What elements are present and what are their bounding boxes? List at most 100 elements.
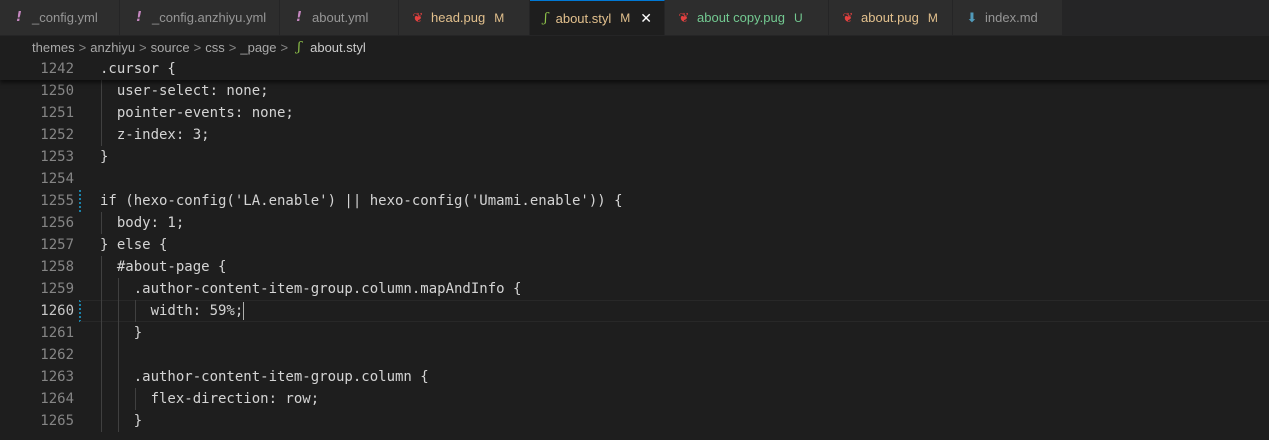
breadcrumb-item-themes[interactable]: themes: [32, 40, 75, 55]
line-number: 1258: [40, 259, 74, 275]
breadcrumb-item-source[interactable]: source: [151, 40, 190, 55]
yaml-icon: !: [296, 10, 302, 25]
indent-guide: [118, 366, 119, 388]
stylus-icon: ʃ: [544, 10, 548, 26]
indent-guide: [101, 80, 102, 102]
indent-guide: [101, 256, 102, 278]
tab-label: head.pug: [431, 10, 486, 25]
code-text: }: [100, 149, 109, 165]
code-text: z-index: 3;: [100, 127, 210, 143]
indent-guide: [118, 410, 119, 432]
tab-label: _config.anzhiyu.yml: [152, 10, 267, 25]
pug-icon: ❦: [678, 9, 690, 25]
code-text: } else {: [100, 237, 168, 253]
breadcrumb-item-anzhiyu[interactable]: anzhiyu: [90, 40, 135, 55]
code-text: }: [100, 413, 143, 429]
code-line[interactable]: 1263 .author-content-item-group.column {: [0, 366, 1269, 388]
code-text: }: [100, 325, 143, 341]
indent-guide: [118, 388, 119, 410]
breadcrumb-item-css[interactable]: css: [205, 40, 225, 55]
code-line[interactable]: 1254: [0, 168, 1269, 190]
line-number: 1262: [40, 347, 74, 363]
code-text: if (hexo-config('LA.enable') || hexo-con…: [100, 193, 623, 209]
code-text: width: 59%;: [100, 302, 245, 320]
line-number: 1257: [40, 237, 74, 253]
indent-guide: [101, 410, 102, 432]
code-text: .author-content-item-group.column.mapAnd…: [100, 281, 522, 297]
line-number: 1254: [40, 171, 74, 187]
code-text: flex-direction: row;: [100, 391, 320, 407]
line-number: 1264: [40, 391, 74, 407]
indent-guide: [135, 388, 136, 410]
code-text: pointer-events: none;: [100, 105, 294, 121]
stylus-icon: ʃ: [297, 39, 301, 55]
code-line[interactable]: 1262: [0, 344, 1269, 366]
line-number: 1259: [40, 281, 74, 297]
line-number: 1263: [40, 369, 74, 385]
indent-guide: [101, 102, 102, 124]
line-number: 1255: [40, 193, 74, 209]
tab-label: about copy.pug: [697, 10, 785, 25]
tab-about-styl[interactable]: ʃ about.styl M ✕: [530, 0, 665, 35]
code-line[interactable]: 1252 z-index: 3;: [0, 124, 1269, 146]
indent-guide: [101, 344, 102, 366]
code-editor[interactable]: 1242 .cursor {1250 user-select: none; 1251…: [0, 58, 1269, 440]
indent-guide: [101, 366, 102, 388]
line-number: 1253: [40, 149, 74, 165]
line-number: 1252: [40, 127, 74, 143]
line-number: 1256: [40, 215, 74, 231]
indent-guide: [101, 322, 102, 344]
code-line[interactable]: 1260 width: 59%;: [0, 300, 1269, 322]
line-number: 1260: [40, 303, 74, 319]
tab-label: about.pug: [861, 10, 919, 25]
breadcrumb-item-file[interactable]: about.styl: [310, 40, 366, 55]
code-line[interactable]: 1250 user-select: none;: [0, 80, 1269, 102]
indent-guide: [118, 278, 119, 300]
chevron-right-icon: >: [139, 39, 147, 55]
code-line[interactable]: 1259 .author-content-item-group.column.m…: [0, 278, 1269, 300]
code-line[interactable]: 1256 body: 1;: [0, 212, 1269, 234]
tab-about-yml[interactable]: ! about.yml: [280, 0, 399, 35]
yaml-icon: !: [136, 10, 142, 25]
line-number: 1242: [40, 61, 74, 77]
code-line[interactable]: 1253}: [0, 146, 1269, 168]
text-cursor: [243, 302, 245, 320]
markdown-icon: ⬇: [966, 9, 978, 25]
code-line[interactable]: 1261 }: [0, 322, 1269, 344]
code-text: user-select: none;: [100, 83, 269, 99]
tab-label: about.yml: [312, 10, 369, 25]
code-line[interactable]: 1258 #about-page {: [0, 256, 1269, 278]
code-line[interactable]: 1264 flex-direction: row;: [0, 388, 1269, 410]
tab-index-md[interactable]: ⬇ index.md: [953, 0, 1063, 35]
tab-label: _config.yml: [32, 10, 98, 25]
line-number: 1250: [40, 83, 74, 99]
tab-about-pug[interactable]: ❦ about.pug M: [829, 0, 953, 35]
breadcrumb: themes > anzhiyu > source > css > _page > ʃ about.s…: [0, 36, 1269, 58]
line-number: 1251: [40, 105, 74, 121]
breadcrumb-item--page[interactable]: _page: [240, 40, 276, 55]
code-line[interactable]: 1255 if (hexo-config('LA.enable') || hexo…: [0, 190, 1269, 212]
code-line[interactable]: 1251 pointer-events: none;: [0, 102, 1269, 124]
tab--config-yml[interactable]: ! _config.yml: [0, 0, 120, 35]
pug-icon: ❦: [842, 9, 854, 25]
close-icon[interactable]: ✕: [640, 10, 652, 27]
indent-guide: [101, 300, 102, 322]
pug-icon: ❦: [412, 9, 424, 25]
code-line[interactable]: 1257 } else {: [0, 234, 1269, 256]
tab--config-anzhiyu-yml[interactable]: ! _config.anzhiyu.yml: [120, 0, 280, 35]
tab-status-badge: M: [620, 11, 631, 25]
tab-label: about.styl: [555, 10, 612, 26]
indent-guide: [118, 322, 119, 344]
code-text: .author-content-item-group.column {: [100, 369, 429, 385]
tab-label: index.md: [985, 10, 1038, 25]
code-line[interactable]: 1265 }: [0, 410, 1269, 432]
tab-status-badge: M: [927, 10, 938, 25]
tab-about-copy-pug[interactable]: ❦ about copy.pug U: [665, 0, 829, 35]
indent-guide: [118, 344, 119, 366]
line-number: 1265: [40, 413, 74, 429]
indent-guide: [101, 212, 102, 234]
tab-head-pug[interactable]: ❦ head.pug M: [399, 0, 530, 35]
chevron-right-icon: >: [78, 39, 87, 55]
sticky-scroll-line[interactable]: 1242 .cursor {: [0, 58, 1269, 80]
